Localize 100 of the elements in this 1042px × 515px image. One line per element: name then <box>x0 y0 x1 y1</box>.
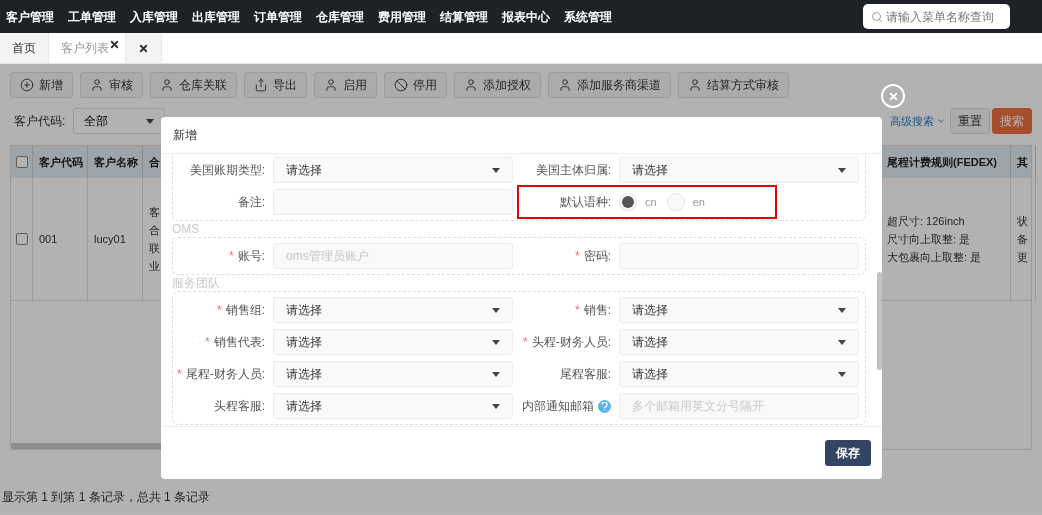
radio-label: cn <box>645 194 657 210</box>
select-field[interactable]: 请选择 <box>273 329 513 355</box>
field-label: 美国账期类型: <box>189 162 265 179</box>
table-header-cell-text: 尾程计费规则(FEDEX) <box>887 154 997 170</box>
toolbar-button[interactable]: 结算方式审核 <box>678 72 789 98</box>
vertical-scrollbar[interactable] <box>877 272 882 370</box>
nav-menu-item[interactable]: 仓库管理 <box>316 7 364 26</box>
table-cell-text: 超尺寸: 126inch <box>887 214 965 229</box>
table-header-cell-text: 客户名称 <box>94 154 138 170</box>
help-icon[interactable] <box>598 399 611 413</box>
reset-button[interactable]: 重置 <box>950 108 990 134</box>
select-field[interactable]: 请选择 <box>273 393 513 419</box>
table-cell-text: 状 <box>1017 214 1028 229</box>
caret-icon <box>838 339 846 345</box>
toolbar-button[interactable]: 导出 <box>244 72 307 98</box>
field-label: 头程-财务人员: <box>531 334 611 351</box>
caret-icon <box>838 371 846 377</box>
field-label: 销售: <box>583 302 611 319</box>
nav-menu-item[interactable]: 入库管理 <box>130 7 178 26</box>
table-cell-text: 备 <box>1017 232 1028 247</box>
select-field[interactable]: 请选择 <box>619 361 859 387</box>
select-field[interactable]: 请选择 <box>273 157 513 183</box>
caret-icon <box>838 307 846 313</box>
close-overlay-icon[interactable] <box>881 84 905 108</box>
save-button[interactable]: 保存 <box>825 440 871 466</box>
toolbar-icon <box>324 78 338 92</box>
toolbar-button[interactable]: 新增 <box>10 72 73 98</box>
table-header-cell-text: 客户代码 <box>39 154 83 170</box>
select-field[interactable]: 请选择 <box>619 297 859 323</box>
select-field[interactable]: 请选择 <box>273 297 513 323</box>
nav-menu-item[interactable]: 费用管理 <box>378 7 426 26</box>
checkbox[interactable] <box>15 156 28 168</box>
menu-search-field[interactable]: 请输入菜单名称查询 <box>863 4 1010 29</box>
required-asterisk: * <box>229 248 234 265</box>
table-cell-text: 联 <box>149 241 160 256</box>
toolbar-button[interactable]: 添加服务商渠道 <box>548 72 671 98</box>
radio-button[interactable] <box>666 193 685 211</box>
nav-menu-item[interactable]: 结算管理 <box>440 7 488 26</box>
toolbar-icon <box>394 78 408 92</box>
filter-label: 客户代码: <box>14 113 66 130</box>
close-icon[interactable] <box>109 39 120 50</box>
caret-icon <box>492 307 500 313</box>
nav-menu-item[interactable]: 出库管理 <box>192 7 240 26</box>
checkbox[interactable] <box>15 233 28 245</box>
toolbar-icon <box>254 78 268 92</box>
table-cell-text: 尺寸向上取整: 是 <box>887 232 971 247</box>
required-asterisk: * <box>217 302 222 319</box>
modal-title: 新增 <box>173 127 197 144</box>
toolbar-button[interactable]: 停用 <box>384 72 447 98</box>
chevron-down-icon[interactable] <box>936 116 946 126</box>
radio-label: en <box>692 194 705 210</box>
search-icon <box>871 10 883 23</box>
toolbar-icon <box>558 78 572 92</box>
nav-menu-item[interactable]: 客户管理 <box>6 7 54 26</box>
toolbar-button[interactable]: 启用 <box>314 72 377 98</box>
toolbar-icon <box>20 78 34 92</box>
toolbar-icon <box>90 78 104 92</box>
table-cell-text: 更 <box>1017 250 1028 265</box>
table-cell-text: 大包裹向上取整: 是 <box>887 250 982 265</box>
caret-icon <box>146 118 155 124</box>
field-label: 销售代表: <box>213 334 265 351</box>
page-tab[interactable] <box>126 33 162 63</box>
nav-menu-item[interactable]: 订单管理 <box>254 7 302 26</box>
field-label: 备注: <box>237 194 265 211</box>
page-tab[interactable]: 首页 <box>0 33 49 63</box>
required-asterisk: * <box>177 366 182 383</box>
caret-icon <box>492 339 500 345</box>
filter-select[interactable]: 全部 <box>73 108 166 134</box>
field-label: 尾程-财务人员: <box>185 366 265 383</box>
close-icon[interactable] <box>138 42 149 54</box>
select-field[interactable]: 请选择 <box>619 329 859 355</box>
table-cell-text: 001 <box>39 232 58 247</box>
select-field[interactable]: 请选择 <box>619 157 859 183</box>
required-asterisk: * <box>523 334 528 351</box>
select-field[interactable]: 请选择 <box>273 361 513 387</box>
required-asterisk: * <box>205 334 210 351</box>
pagination-info: 显示第 1 到第 1 条记录，总共 1 条记录 <box>2 489 211 506</box>
table-cell-text: 业 <box>149 259 160 274</box>
nav-menu-item[interactable]: 报表中心 <box>502 7 550 26</box>
toolbar-icon <box>160 78 174 92</box>
nav-menu-item[interactable]: 工单管理 <box>68 7 116 26</box>
caret-icon <box>492 167 500 173</box>
radio-button[interactable] <box>619 193 637 211</box>
caret-icon <box>492 403 500 409</box>
toolbar-button[interactable]: 仓库关联 <box>150 72 237 98</box>
field-label: 尾程客服: <box>559 366 611 383</box>
field-label: 头程客服: <box>213 398 265 415</box>
toolbar-button[interactable]: 审核 <box>80 72 143 98</box>
nav-menu-item[interactable]: 系统管理 <box>564 7 612 26</box>
field-label: 默认语种: <box>559 194 611 211</box>
toolbar-icon <box>464 78 478 92</box>
table-cell-text: 客 <box>149 205 160 220</box>
advanced-search-link[interactable]: 高级搜索 <box>890 112 934 130</box>
table-cell-text: 合 <box>149 223 160 238</box>
field-label: 密码: <box>583 248 611 265</box>
required-asterisk: * <box>575 302 580 319</box>
field-label: 销售组: <box>225 302 265 319</box>
table-header-cell-text: 合 <box>149 154 160 170</box>
toolbar-button[interactable]: 添加授权 <box>454 72 541 98</box>
caret-icon <box>838 167 846 173</box>
